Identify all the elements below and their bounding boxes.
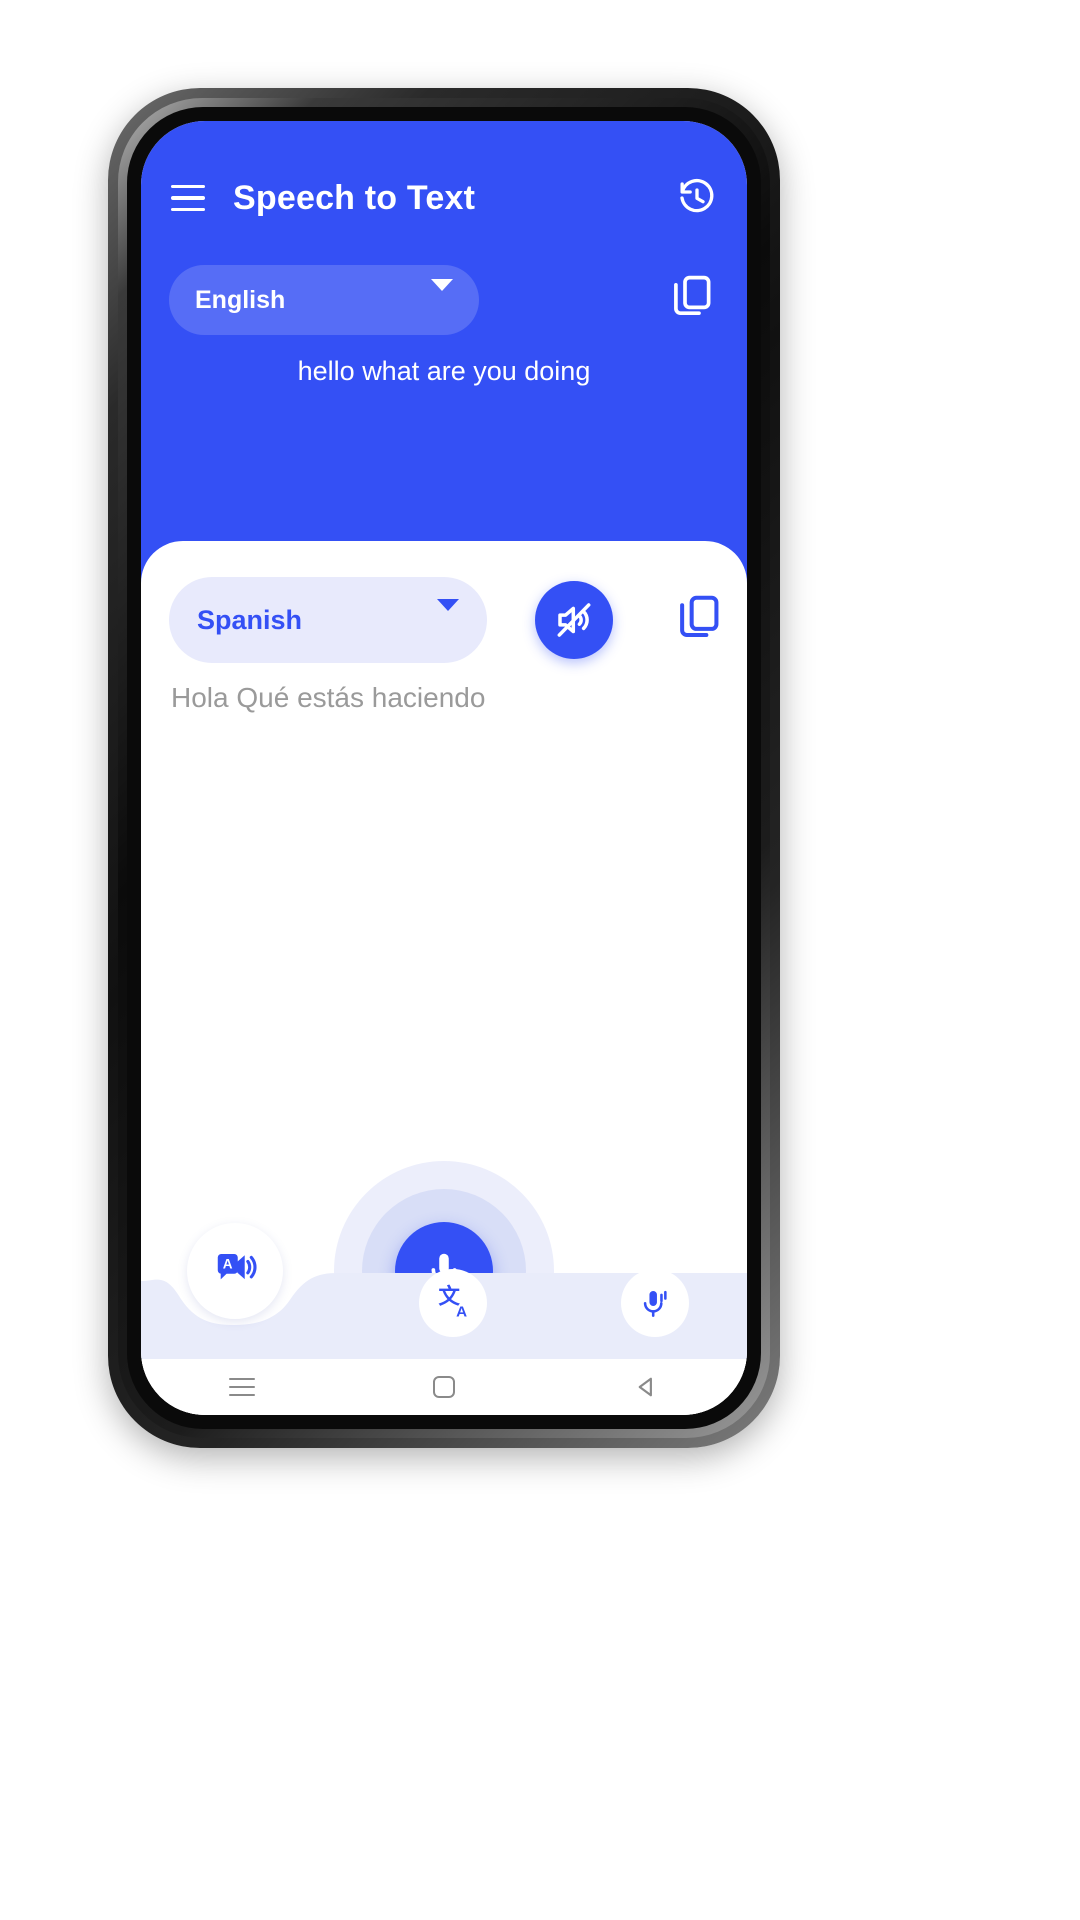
source-copy-icon[interactable] xyxy=(671,273,713,319)
target-text[interactable]: Hola Qué estás haciendo xyxy=(171,679,707,717)
history-clock-icon[interactable] xyxy=(677,178,717,218)
translate-icon: 文 A xyxy=(439,1284,468,1321)
target-language-label: Spanish xyxy=(197,604,303,635)
recents-icon[interactable] xyxy=(220,1370,264,1404)
bottom-nav-translate-button[interactable]: 文 A xyxy=(419,1269,487,1337)
phone-screen: Speech to Text English hello what are yo… xyxy=(141,121,747,1415)
back-icon[interactable] xyxy=(624,1370,668,1404)
app-bar: Speech to Text xyxy=(141,167,747,229)
svg-text:A: A xyxy=(223,1256,233,1271)
target-copy-icon[interactable] xyxy=(677,593,721,641)
page-title: Speech to Text xyxy=(233,178,476,217)
source-panel: Speech to Text English hello what are yo… xyxy=(141,121,747,586)
android-system-nav xyxy=(141,1359,747,1415)
microphone-wave-icon xyxy=(643,1290,667,1317)
bottom-nav-text-to-speech-button[interactable]: A xyxy=(187,1223,283,1319)
speaker-mute-button[interactable] xyxy=(535,581,613,659)
chevron-down-icon xyxy=(437,599,459,629)
target-language-selector[interactable]: Spanish xyxy=(169,577,487,663)
svg-text:A: A xyxy=(456,1304,467,1321)
speech-bubble-speaker-icon: A xyxy=(217,1253,257,1280)
target-controls-row: Spanish xyxy=(141,577,747,663)
phone-frame-inner: Speech to Text English hello what are yo… xyxy=(127,107,761,1429)
chevron-down-icon xyxy=(431,279,453,309)
target-sheet: Spanish Hola Qué estás haciendo A 文 A xyxy=(141,541,747,1415)
source-language-selector[interactable]: English xyxy=(169,265,479,335)
home-icon[interactable] xyxy=(422,1370,466,1404)
phone-frame-mid: Speech to Text English hello what are yo… xyxy=(118,98,770,1438)
phone-frame: Speech to Text English hello what are yo… xyxy=(108,88,780,1448)
hamburger-menu-icon[interactable] xyxy=(171,185,205,211)
bottom-navigation: A 文 A xyxy=(141,1223,747,1359)
source-text[interactable]: hello what are you doing xyxy=(181,353,707,389)
screenshot-root: Speech to Text English hello what are yo… xyxy=(0,0,1080,1920)
source-language-label: English xyxy=(195,285,286,314)
bottom-nav-voice-input-button[interactable] xyxy=(621,1269,689,1337)
